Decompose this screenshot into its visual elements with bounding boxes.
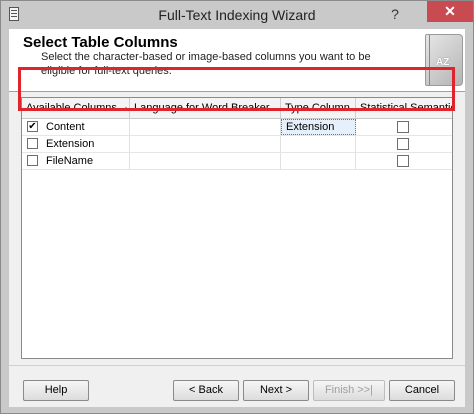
help-icon[interactable]: ?	[387, 5, 403, 23]
include-checkbox[interactable]	[27, 138, 38, 149]
help-button[interactable]: Help	[23, 380, 89, 401]
sort-ascending-icon: ▲	[121, 104, 130, 113]
statistical-cell	[356, 119, 452, 135]
column-header-language[interactable]: Language for Word Breaker	[130, 98, 281, 118]
column-name: Extension	[46, 138, 95, 150]
language-cell[interactable]	[130, 136, 281, 152]
column-header-statistical[interactable]: Statistical Semantics	[356, 98, 452, 118]
wizard-client: Select Table Columns Select the characte…	[9, 29, 465, 407]
available-column-cell: ✔ Content	[22, 119, 130, 135]
finish-button[interactable]: Finish >>|	[313, 380, 385, 401]
language-cell[interactable]	[130, 153, 281, 169]
available-column-cell: Extension	[22, 136, 130, 152]
table-row[interactable]: ✔ Content Extension	[22, 119, 452, 136]
back-button[interactable]: < Back	[173, 380, 239, 401]
table-row[interactable]: FileName	[22, 153, 452, 170]
next-button[interactable]: Next >	[243, 380, 309, 401]
wizard-window: Full-Text Indexing Wizard ? ✕ Select Tab…	[0, 0, 474, 414]
column-name: Content	[46, 121, 85, 133]
page-header: Select Table Columns Select the characte…	[9, 29, 465, 92]
close-button[interactable]: ✕	[427, 1, 473, 22]
include-checkbox[interactable]: ✔	[27, 121, 38, 132]
cancel-button[interactable]: Cancel	[389, 380, 455, 401]
columns-grid: Available Columns ▲ Language for Word Br…	[21, 97, 453, 359]
grid-header: Available Columns ▲ Language for Word Br…	[22, 98, 452, 119]
statistical-checkbox[interactable]	[397, 155, 409, 167]
title-bar: Full-Text Indexing Wizard ? ✕	[1, 1, 473, 29]
page-title: Select Table Columns	[23, 34, 178, 51]
type-column-dropdown[interactable]: Extension	[281, 119, 356, 135]
book-label: AZ	[436, 57, 450, 68]
available-column-cell: FileName	[22, 153, 130, 169]
page-description: Select the character-based or image-base…	[41, 51, 371, 77]
table-row[interactable]: Extension	[22, 136, 452, 153]
statistical-cell	[356, 153, 452, 169]
language-cell[interactable]	[130, 119, 281, 135]
type-column-cell[interactable]	[281, 136, 356, 152]
statistical-checkbox[interactable]	[397, 138, 409, 150]
column-name: FileName	[46, 155, 94, 167]
statistical-cell	[356, 136, 452, 152]
statistical-checkbox[interactable]	[397, 121, 409, 133]
book-icon: AZ	[425, 34, 463, 86]
type-column-cell[interactable]	[281, 153, 356, 169]
column-header-label: Available Columns	[26, 102, 117, 114]
column-header-available[interactable]: Available Columns ▲	[22, 98, 130, 118]
footer-divider	[9, 365, 465, 366]
include-checkbox[interactable]	[27, 155, 38, 166]
column-header-type[interactable]: Type Column	[281, 98, 356, 118]
